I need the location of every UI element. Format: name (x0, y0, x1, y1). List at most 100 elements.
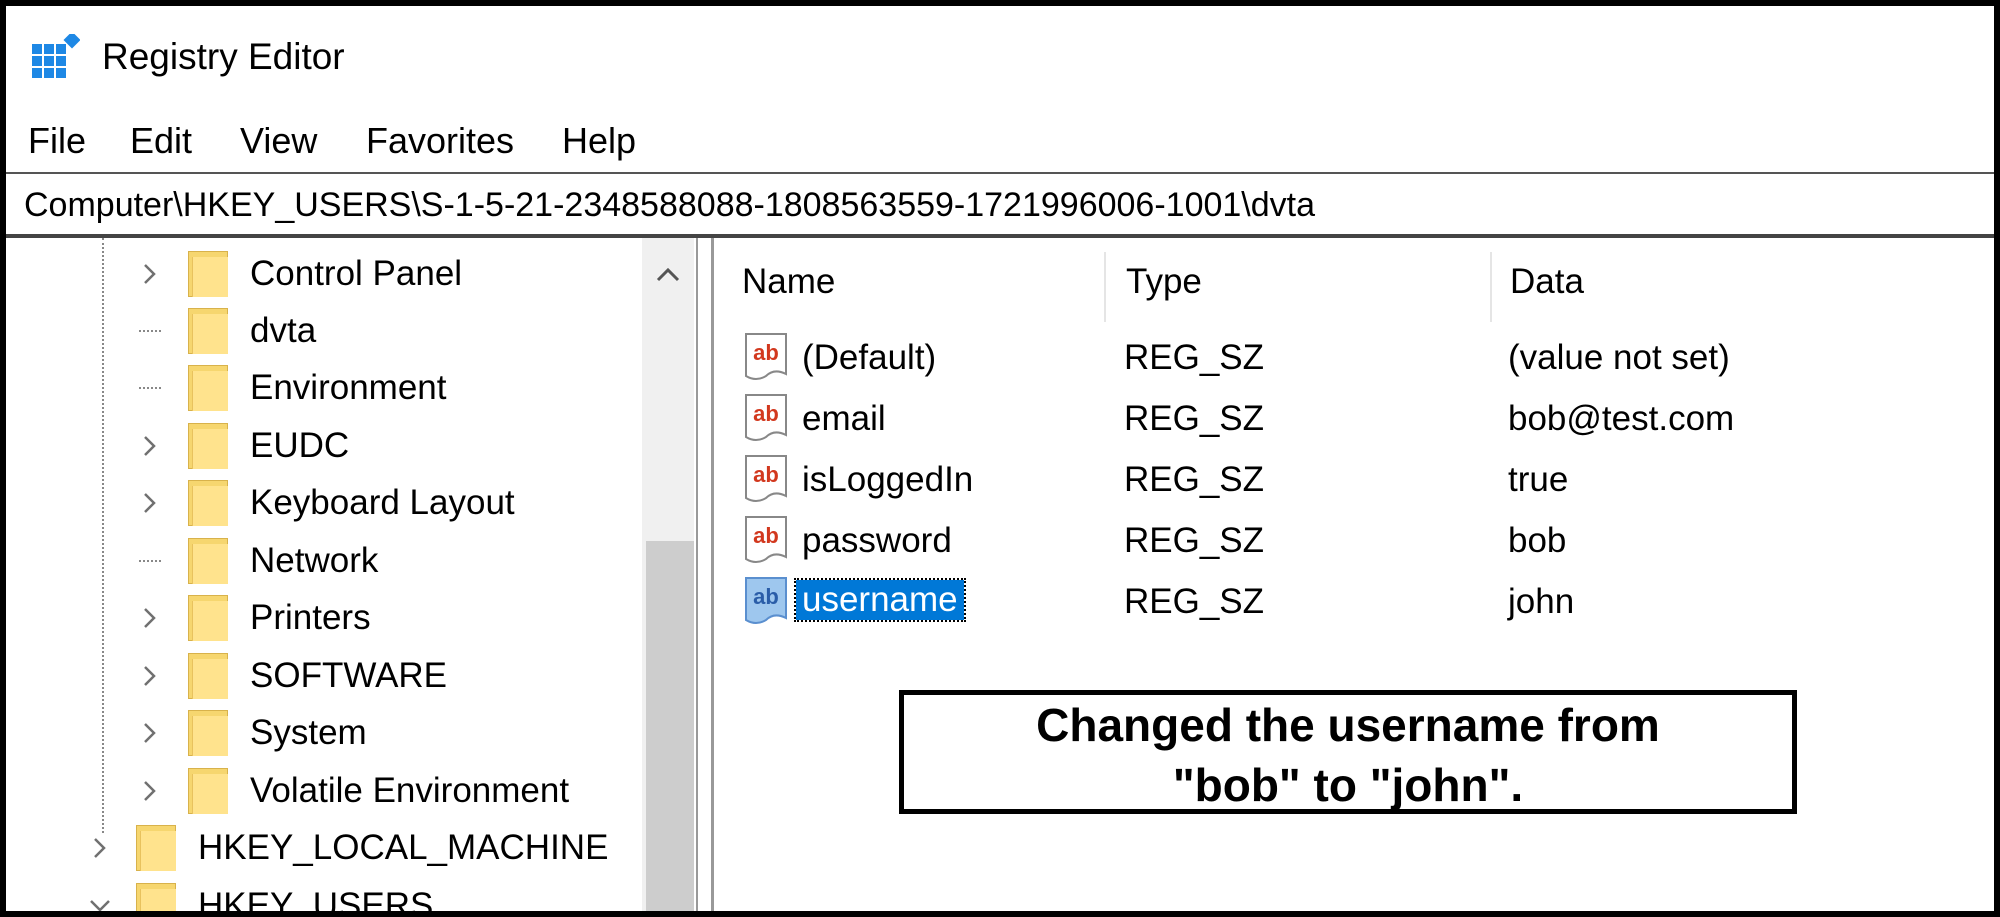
reg-string-icon: ab (745, 577, 787, 624)
tree-item-label: Control Panel (250, 254, 463, 293)
svg-text:ab: ab (753, 462, 779, 487)
registry-editor-icon (32, 34, 80, 78)
column-header-name[interactable]: Name (742, 262, 835, 302)
value-data: true (1508, 460, 1569, 499)
value-name: email (802, 399, 886, 438)
reg-string-icon: ab (745, 333, 787, 380)
column-header-data[interactable]: Data (1510, 262, 1584, 302)
tree-item-hkey-users[interactable]: HKEY_USERS (88, 878, 434, 917)
address-path[interactable]: Computer\HKEY_USERS\S-1-5-21-2348588088-… (24, 186, 1315, 225)
reg-string-icon: ab (745, 516, 787, 563)
chevron-right-icon[interactable] (88, 836, 112, 860)
tree-item-software[interactable]: SOFTWARE (138, 648, 447, 704)
tree-item-label: Keyboard Layout (250, 483, 515, 522)
value-type: REG_SZ (1124, 582, 1265, 621)
tree-item-label: System (250, 713, 367, 752)
tree-item-network[interactable]: Network (138, 533, 378, 589)
tree-connector (138, 549, 162, 573)
value-data: john (1508, 582, 1575, 621)
folder-icon (188, 251, 228, 297)
menu-edit[interactable]: Edit (128, 120, 194, 162)
reg-string-icon: ab (745, 394, 787, 441)
tree-item-printers[interactable]: Printers (138, 590, 371, 646)
chevron-right-icon[interactable] (138, 779, 162, 803)
tree-scrollbar-thumb[interactable] (646, 541, 694, 911)
menu-favorites[interactable]: Favorites (364, 120, 516, 162)
value-name: password (802, 521, 952, 560)
tree-item-label: Printers (250, 598, 371, 637)
value-data: (value not set) (1508, 338, 1730, 377)
tree-item-eudc[interactable]: EUDC (138, 418, 349, 474)
registry-editor-window: Registry Editor File Edit View Favorites… (0, 0, 2000, 917)
menu-view[interactable]: View (238, 120, 319, 162)
chevron-up-icon[interactable] (646, 254, 690, 294)
value-type: REG_SZ (1124, 521, 1265, 560)
annotation-line-1: Changed the username from (1036, 699, 1660, 751)
folder-icon (188, 595, 228, 641)
menu-file[interactable]: File (26, 120, 88, 162)
reg-string-icon: ab (745, 455, 787, 502)
tree-item-label: HKEY_USERS (198, 886, 434, 917)
tree-connector (138, 376, 162, 400)
menu-help[interactable]: Help (560, 120, 638, 162)
value-data: bob@test.com (1508, 399, 1735, 438)
values-list: Name Type Data ab (Default) REG_SZ (valu… (714, 238, 1994, 911)
value-name: isLoggedIn (802, 460, 974, 499)
folder-icon (188, 653, 228, 699)
value-type: REG_SZ (1124, 399, 1265, 438)
svg-text:ab: ab (753, 340, 779, 365)
tree-item-hkey-local-machine[interactable]: HKEY_LOCAL_MACHINE (88, 820, 608, 876)
folder-icon (188, 768, 228, 814)
folder-icon (188, 480, 228, 526)
menu-bar: File Edit View Favorites Help (6, 114, 1994, 172)
value-row[interactable]: ab (Default) REG_SZ (value not set) (734, 328, 1974, 386)
value-row[interactable]: ab email REG_SZ bob@test.com (734, 389, 1974, 447)
tree-guide-line (102, 238, 104, 833)
tree-item-system[interactable]: System (138, 705, 367, 761)
pane-splitter[interactable] (696, 238, 714, 911)
value-row[interactable]: ab isLoggedIn REG_SZ true (734, 450, 1974, 508)
tree-item-environment[interactable]: Environment (138, 360, 446, 416)
value-type: REG_SZ (1124, 460, 1265, 499)
folder-icon (188, 365, 228, 411)
tree-item-label: Network (250, 541, 379, 580)
title-bar: Registry Editor (6, 6, 1994, 112)
svg-text:ab: ab (753, 584, 779, 609)
tree-item-keyboard-layout[interactable]: Keyboard Layout (138, 475, 515, 531)
value-name: username (794, 578, 966, 622)
folder-icon (136, 825, 176, 871)
folder-icon (188, 710, 228, 756)
folder-icon (188, 423, 228, 469)
chevron-right-icon[interactable] (138, 262, 162, 286)
tree-item-label: SOFTWARE (250, 656, 448, 695)
tree-item-label: EUDC (250, 426, 350, 465)
column-divider[interactable] (1490, 252, 1492, 322)
key-tree: Control Panel dvta Environment EUDC Keyb… (6, 238, 696, 917)
chevron-right-icon[interactable] (138, 664, 162, 688)
chevron-right-icon[interactable] (138, 491, 162, 515)
chevron-right-icon[interactable] (138, 721, 162, 745)
chevron-right-icon[interactable] (138, 606, 162, 630)
folder-icon (136, 883, 176, 911)
value-type: REG_SZ (1124, 338, 1265, 377)
tree-item-dvta[interactable]: dvta (138, 303, 316, 359)
value-row[interactable]: ab password REG_SZ bob (734, 511, 1974, 569)
column-header-type[interactable]: Type (1126, 262, 1202, 302)
svg-text:ab: ab (753, 523, 779, 548)
annotation-line-2: "bob" to "john". (1172, 759, 1524, 811)
column-divider[interactable] (1104, 252, 1106, 322)
chevron-down-icon[interactable] (88, 894, 112, 911)
value-data: bob (1508, 521, 1567, 560)
tree-item-control-panel[interactable]: Control Panel (138, 246, 462, 302)
folder-icon (188, 308, 228, 354)
annotation-callout: Changed the username from "bob" to "john… (899, 690, 1797, 814)
window-title: Registry Editor (102, 36, 345, 77)
address-bar[interactable]: Computer\HKEY_USERS\S-1-5-21-2348588088-… (6, 172, 1994, 238)
tree-item-label: Environment (250, 368, 447, 407)
chevron-right-icon[interactable] (138, 434, 162, 458)
value-row-selected[interactable]: ab username REG_SZ john (734, 572, 1974, 630)
tree-item-volatile-environment[interactable]: Volatile Environment (138, 763, 569, 819)
folder-icon (188, 538, 228, 584)
tree-item-label: HKEY_LOCAL_MACHINE (198, 828, 609, 867)
tree-item-label: Volatile Environment (250, 771, 570, 810)
